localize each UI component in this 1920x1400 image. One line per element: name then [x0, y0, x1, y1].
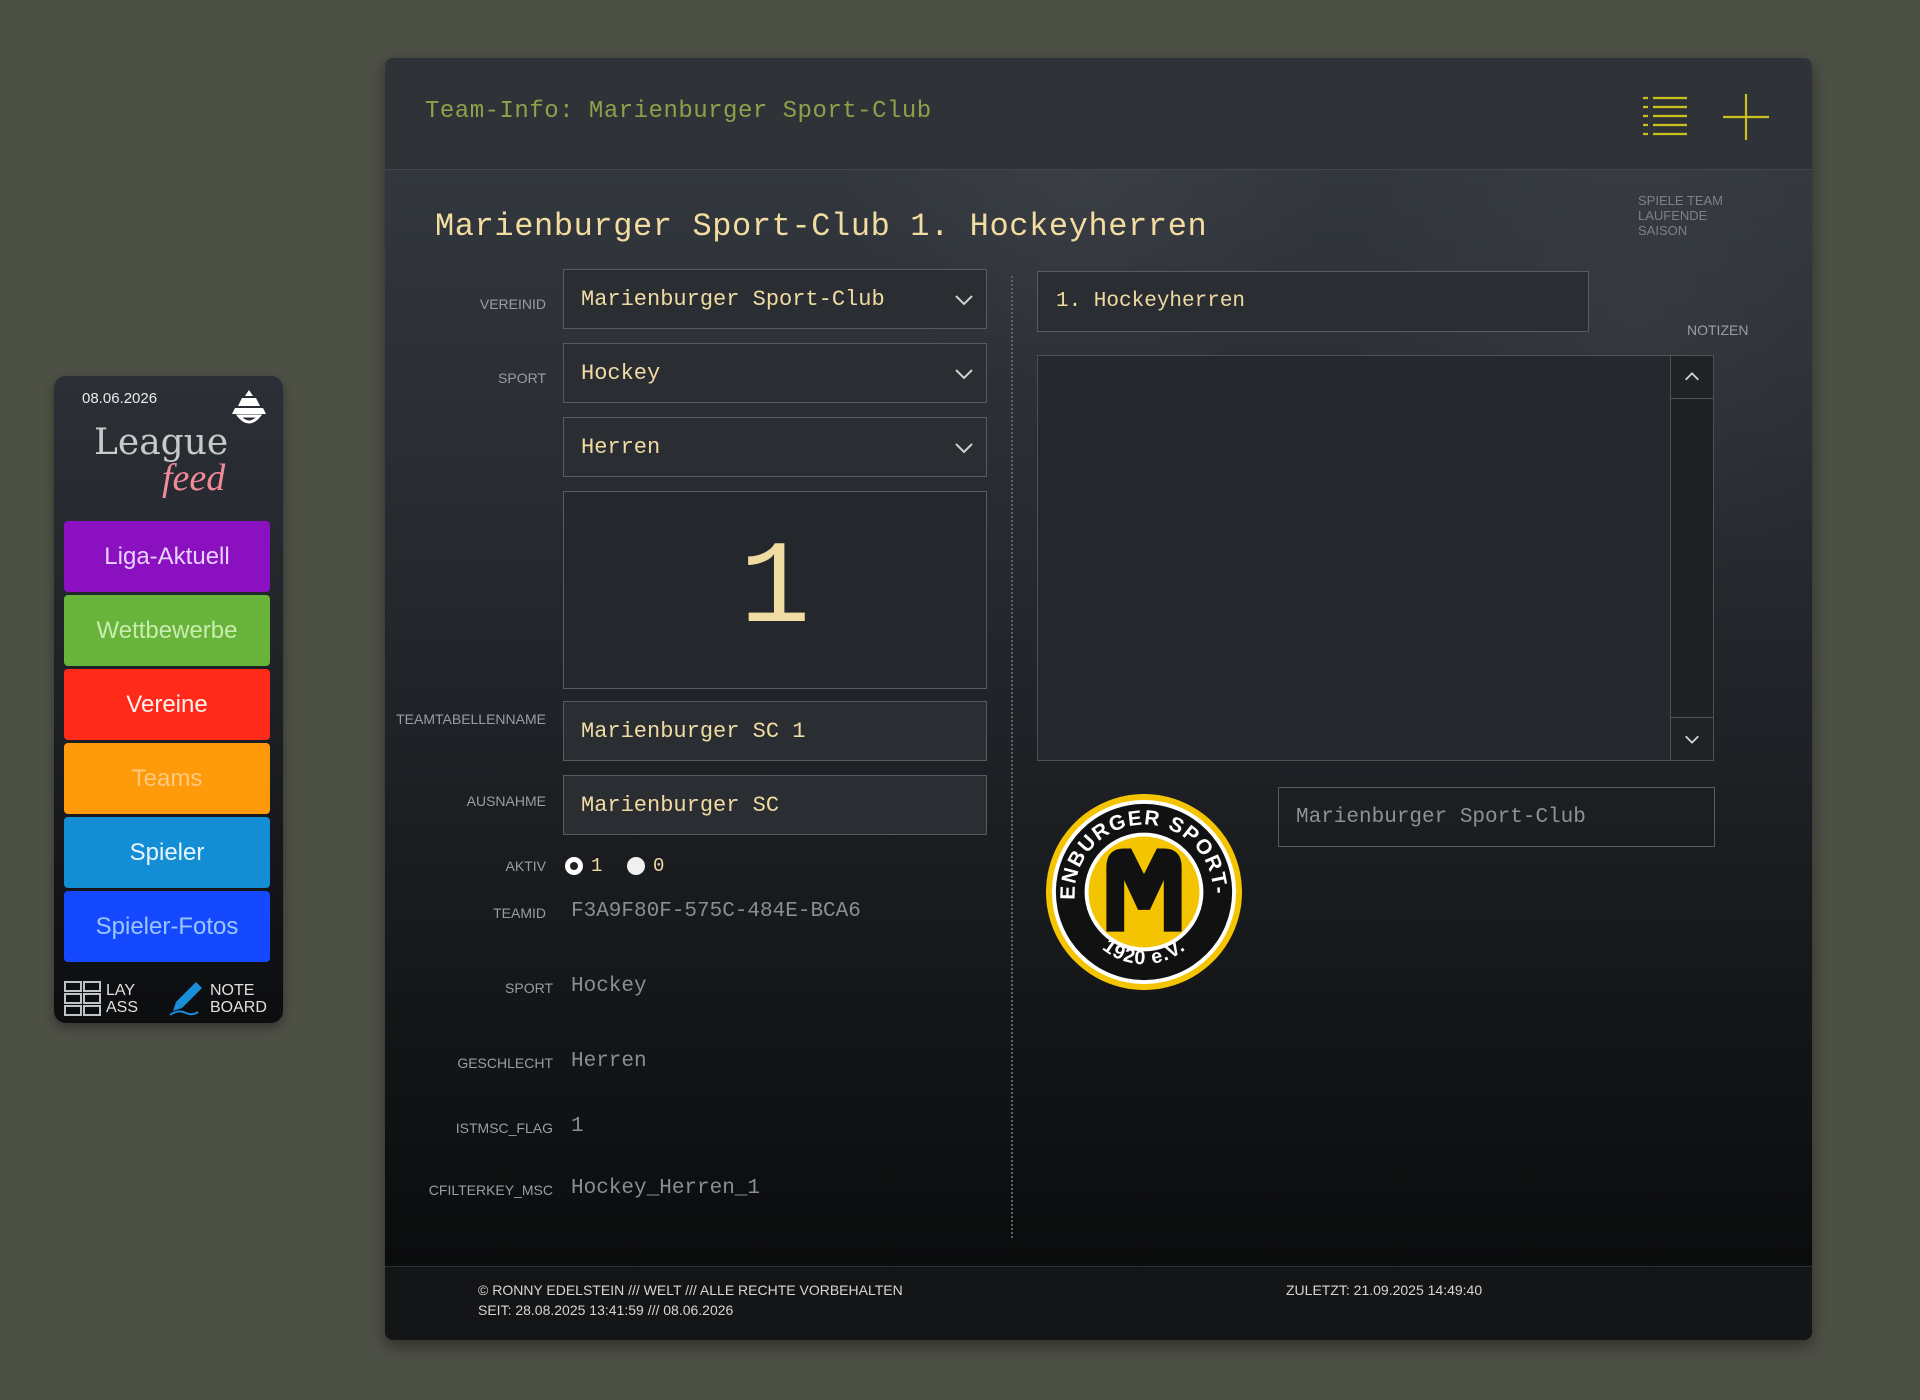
nav-spieler-fotos[interactable]: Spieler-Fotos: [64, 891, 270, 962]
header-title: Team-Info: Marienburger Sport-Club: [425, 98, 932, 125]
ausnahme-label: AUSNAHME: [466, 793, 546, 809]
footer-last-updated: ZULETZT: 21.09.2025 14:49:40: [1286, 1282, 1483, 1298]
team-name-field[interactable]: 1. Hockeyherren: [1037, 271, 1589, 332]
grid-layout-icon: [64, 981, 101, 1016]
sidebar: 08.06.2026 League feed Liga-Aktuell Wett…: [54, 376, 283, 1023]
layout-label-2: ASS: [106, 999, 139, 1016]
team-name-value: 1. Hockeyherren: [1056, 290, 1246, 313]
radio-selected-icon: [565, 857, 583, 875]
note-label-1: NOTE: [210, 982, 255, 999]
ausnahme-value: Marienburger SC: [581, 792, 780, 818]
footer-copyright: © RONNY EDELSTEIN /// WELT /// ALLE RECH…: [478, 1282, 903, 1298]
radio-unselected-icon: [627, 857, 645, 875]
aktiv-label: AKTIV: [505, 858, 546, 874]
geschlecht-value: Herren: [581, 434, 661, 460]
chevron-down-icon: [955, 295, 973, 306]
panel-footer: © RONNY EDELSTEIN /// WELT /// ALLE RECH…: [385, 1266, 1812, 1340]
geschlecht-select[interactable]: Herren: [563, 417, 987, 477]
sidebar-tools: LAY ASS NOTE BOARD: [62, 979, 277, 1019]
team-title: Marienburger Sport-Club 1. Hockeyherren: [435, 208, 1208, 245]
layout-label-1: LAY: [106, 982, 136, 999]
aktiv-option-1: 1: [591, 855, 603, 877]
nav-liga-aktuell[interactable]: Liga-Aktuell: [64, 521, 270, 592]
note-label-2: BOARD: [210, 999, 267, 1016]
notes-label: NOTIZEN: [1687, 322, 1749, 338]
layout-assistant-button[interactable]: LAY ASS: [62, 979, 152, 1019]
season-games-link[interactable]: SPIELE TEAM LAUFENDE SAISON: [1638, 193, 1738, 238]
brand-feed: feed: [162, 457, 226, 499]
ro-sport-label: SPORT: [505, 980, 553, 996]
team-number-field[interactable]: 1: [563, 491, 987, 689]
nav-label: Liga-Aktuell: [104, 542, 230, 570]
note-board-button[interactable]: NOTE BOARD: [168, 979, 276, 1019]
teamtabellenname-label: TEAMTABELLENNAME: [396, 711, 546, 727]
list-icon[interactable]: [1641, 94, 1689, 138]
teamid-value: F3A9F80F-575C-484E-BCA6: [571, 900, 861, 923]
aktiv-radio-group: 1 0: [565, 851, 705, 881]
chevron-down-icon: [955, 443, 973, 454]
panel-header: Team-Info: Marienburger Sport-Club: [385, 58, 1812, 170]
cfilterkey-value: Hockey_Herren_1: [571, 1177, 761, 1200]
nav-wettbewerbe[interactable]: Wettbewerbe: [64, 595, 270, 666]
scroll-up-button[interactable]: [1671, 356, 1713, 399]
nav-label: Teams: [131, 764, 203, 792]
sport-label: SPORT: [498, 370, 546, 386]
istmsc-value: 1: [571, 1115, 584, 1138]
club-logo: MARIENBURGER SPORT-CLUB 1920 e.V.: [1045, 793, 1243, 991]
nav-spieler[interactable]: Spieler: [64, 817, 270, 888]
vereinid-label: VEREINID: [479, 296, 546, 312]
nav-label: Wettbewerbe: [96, 616, 238, 644]
scroll-down-button[interactable]: [1671, 717, 1713, 760]
club-name-value: Marienburger Sport-Club: [1296, 805, 1586, 829]
geschlecht-ro-label: GESCHLECHT: [457, 1055, 553, 1071]
chevron-down-icon: [955, 369, 973, 380]
ro-sport-value: Hockey: [571, 975, 647, 998]
istmsc-label: ISTMSC_FLAG: [455, 1120, 553, 1136]
aktiv-radio-0[interactable]: 0: [627, 851, 664, 881]
teamid-label: TEAMID: [493, 905, 546, 921]
bell-logo-icon: [232, 390, 266, 424]
teamtabellenname-field[interactable]: Marienburger SC 1: [563, 701, 987, 761]
vereinid-value: Marienburger Sport-Club: [581, 286, 885, 312]
vereinid-select[interactable]: Marienburger Sport-Club: [563, 269, 987, 329]
pen-icon: [169, 982, 202, 1016]
sport-select[interactable]: Hockey: [563, 343, 987, 403]
aktiv-radio-1[interactable]: 1: [565, 851, 602, 881]
chevron-down-icon: [1685, 735, 1699, 744]
club-name-field[interactable]: Marienburger Sport-Club: [1278, 787, 1715, 847]
notes-textarea[interactable]: [1037, 355, 1714, 761]
geschlecht-ro-value: Herren: [571, 1050, 647, 1073]
teamtabellenname-value: Marienburger SC 1: [581, 718, 806, 744]
footer-since: SEIT: 28.08.2025 13:41:59 /// 08.06.2026: [478, 1302, 734, 1318]
team-info-panel: Team-Info: Marienburger Sport-Club Marie…: [385, 58, 1812, 1340]
sport-value: Hockey: [581, 360, 661, 386]
notes-scrollbar[interactable]: [1670, 356, 1713, 760]
ausnahme-field[interactable]: Marienburger SC: [563, 775, 987, 835]
nav-label: Spieler: [129, 838, 205, 866]
aktiv-option-0: 0: [653, 855, 665, 877]
plus-icon[interactable]: [1721, 92, 1771, 142]
nav-label: Spieler-Fotos: [95, 912, 239, 940]
nav-teams[interactable]: Teams: [64, 743, 270, 814]
column-divider: [1011, 276, 1013, 1238]
sidebar-date: 08.06.2026: [82, 390, 158, 407]
chevron-up-icon: [1685, 372, 1699, 381]
nav-label: Vereine: [126, 690, 208, 718]
cfilterkey-label: CFILTERKEY_MSC: [428, 1182, 553, 1198]
nav-vereine[interactable]: Vereine: [64, 669, 270, 740]
